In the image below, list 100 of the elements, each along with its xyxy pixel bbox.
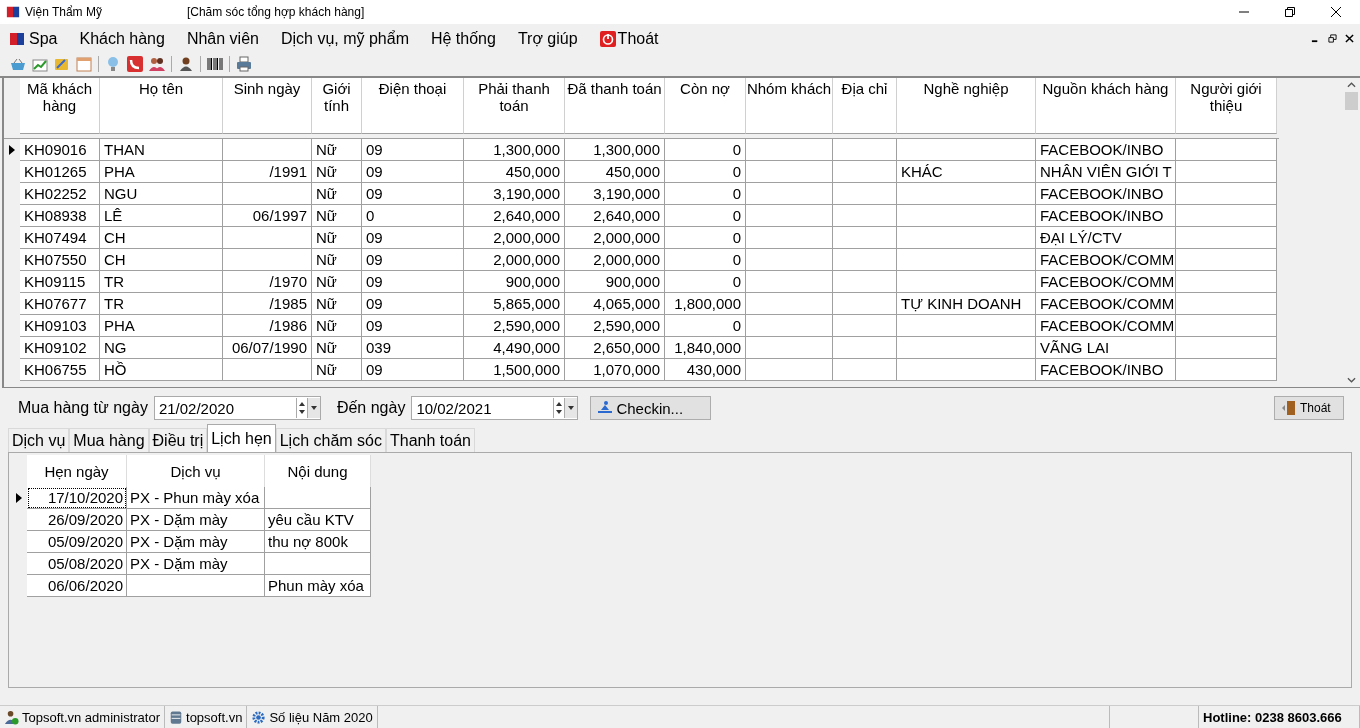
spinner-icon[interactable] bbox=[295, 398, 307, 418]
menu-item[interactable]: Khách hàng bbox=[79, 27, 165, 50]
table-cell bbox=[833, 205, 897, 227]
table-cell: KH09115 bbox=[20, 271, 100, 293]
table-cell: 2,000,000 bbox=[565, 227, 665, 249]
checkin-button[interactable]: Checkin... bbox=[590, 396, 712, 420]
person-icon[interactable] bbox=[178, 56, 194, 72]
column-header[interactable]: Địa chỉ bbox=[833, 78, 897, 134]
column-header[interactable]: Họ tên bbox=[100, 78, 223, 134]
scrollbar-thumb[interactable] bbox=[1345, 92, 1358, 110]
table-cell: KH09016 bbox=[20, 139, 100, 161]
table-cell: 3,190,000 bbox=[565, 183, 665, 205]
table-cell: thu nợ 800k bbox=[265, 531, 371, 553]
table-cell: Nữ bbox=[312, 337, 362, 359]
table-cell: 2,590,000 bbox=[565, 315, 665, 337]
menu-item[interactable]: Trợ giúp bbox=[517, 27, 578, 50]
dropdown-icon[interactable] bbox=[564, 398, 578, 418]
restore-icon[interactable] bbox=[1328, 34, 1337, 43]
people-icon[interactable] bbox=[149, 56, 165, 72]
table-cell: PX - Dặm mày bbox=[127, 553, 265, 575]
table-cell: 0 bbox=[665, 161, 746, 183]
column-header[interactable]: Phải thanh toán bbox=[464, 78, 565, 134]
table-cell bbox=[833, 315, 897, 337]
to-date-field[interactable]: 10/02/2021 bbox=[411, 396, 579, 420]
exit-button[interactable]: Thoát bbox=[1274, 396, 1344, 420]
column-header[interactable]: Nghề nghiệp bbox=[897, 78, 1036, 134]
lightbulb-icon[interactable] bbox=[105, 56, 121, 72]
table-cell: 09 bbox=[362, 315, 464, 337]
from-date-field[interactable]: 21/02/2020 bbox=[153, 396, 321, 420]
table-cell: KH01265 bbox=[20, 161, 100, 183]
table-cell: 4,065,000 bbox=[565, 293, 665, 315]
table-cell: 2,640,000 bbox=[464, 205, 565, 227]
table-cell: 2,000,000 bbox=[565, 249, 665, 271]
table-cell bbox=[833, 227, 897, 249]
column-header[interactable]: Đã thanh toán bbox=[565, 78, 665, 134]
column-header[interactable]: Giới tính bbox=[312, 78, 362, 134]
table-cell: Nữ bbox=[312, 161, 362, 183]
table-cell bbox=[833, 183, 897, 205]
column-header[interactable]: Điện thoại bbox=[362, 78, 464, 134]
barcode-icon[interactable] bbox=[207, 56, 223, 72]
column-header[interactable]: Hẹn ngày bbox=[27, 455, 127, 487]
table-cell: KH09103 bbox=[20, 315, 100, 337]
tab[interactable]: Dịch vụ bbox=[8, 428, 70, 452]
table-cell: FACEBOOK/COMM bbox=[1036, 293, 1176, 315]
scroll-up-icon[interactable] bbox=[1347, 82, 1356, 88]
basket-icon[interactable] bbox=[10, 56, 26, 72]
table-cell: TR bbox=[100, 271, 223, 293]
table-cell: CH bbox=[100, 227, 223, 249]
chart-icon[interactable] bbox=[32, 56, 48, 72]
user-icon bbox=[4, 709, 19, 725]
column-header[interactable]: Nhóm khách bbox=[746, 78, 833, 134]
to-date-label: Đến ngày bbox=[336, 399, 406, 417]
window-title: Viện Thẩm Mỹ bbox=[25, 5, 102, 19]
scroll-down-icon[interactable] bbox=[1347, 377, 1356, 383]
table-cell: Nữ bbox=[312, 293, 362, 315]
menu-item[interactable]: Thoát bbox=[617, 27, 659, 50]
printer-icon[interactable] bbox=[236, 56, 252, 72]
menu-item[interactable]: Nhân viên bbox=[186, 27, 259, 50]
table-cell bbox=[833, 359, 897, 381]
table-cell: 05/09/2020 bbox=[27, 531, 127, 553]
menu-item[interactable]: Dịch vụ, mỹ phẩm bbox=[280, 27, 409, 50]
tab[interactable]: Điều trị bbox=[148, 428, 208, 452]
restore-icon[interactable] bbox=[1284, 6, 1296, 18]
tab[interactable]: Thanh toán bbox=[386, 428, 475, 452]
table-cell: KH07677 bbox=[20, 293, 100, 315]
column-header[interactable]: Dịch vụ bbox=[127, 455, 265, 487]
table-cell: 1,800,000 bbox=[665, 293, 746, 315]
table-cell: 0 bbox=[665, 315, 746, 337]
table-cell: 2,000,000 bbox=[464, 227, 565, 249]
column-header[interactable]: Nội dung bbox=[265, 455, 371, 487]
column-header[interactable]: Còn nợ bbox=[665, 78, 746, 134]
dropdown-icon[interactable] bbox=[306, 398, 320, 418]
table-cell: 1,500,000 bbox=[464, 359, 565, 381]
table-cell: 900,000 bbox=[565, 271, 665, 293]
table-cell: KH02252 bbox=[20, 183, 100, 205]
close-icon[interactable] bbox=[1345, 34, 1354, 43]
table-cell: 0 bbox=[665, 205, 746, 227]
menu-item[interactable]: Spa bbox=[29, 27, 58, 50]
column-header[interactable]: Nguồn khách hàng bbox=[1036, 78, 1176, 134]
column-header[interactable]: Mã khách hàng bbox=[20, 78, 100, 134]
tab[interactable]: Lịch hẹn bbox=[207, 424, 276, 452]
tab[interactable]: Mua hàng bbox=[69, 428, 149, 452]
table-cell: NG bbox=[100, 337, 223, 359]
table-cell: Nữ bbox=[312, 183, 362, 205]
phone-icon[interactable] bbox=[127, 56, 143, 72]
table-cell: ĐẠI LÝ/CTV bbox=[1036, 227, 1176, 249]
tab[interactable]: Lịch chăm sóc bbox=[275, 428, 386, 452]
column-header[interactable]: Người giới thiệu bbox=[1176, 78, 1277, 134]
table-cell: LÊ bbox=[100, 205, 223, 227]
table-cell: 26/09/2020 bbox=[27, 509, 127, 531]
table-cell: 2,000,000 bbox=[464, 249, 565, 271]
table-cell: KH08938 bbox=[20, 205, 100, 227]
menu-item[interactable]: Hệ thống bbox=[430, 27, 496, 50]
close-icon[interactable] bbox=[1330, 6, 1342, 18]
column-header[interactable]: Sinh ngày bbox=[223, 78, 312, 134]
table-cell: 0 bbox=[665, 183, 746, 205]
table-cell: 430,000 bbox=[665, 359, 746, 381]
wallet-icon[interactable] bbox=[54, 56, 70, 72]
table-cell: FACEBOOK/COMM bbox=[1036, 271, 1176, 293]
table-cell: FACEBOOK/INBO bbox=[1036, 205, 1176, 227]
